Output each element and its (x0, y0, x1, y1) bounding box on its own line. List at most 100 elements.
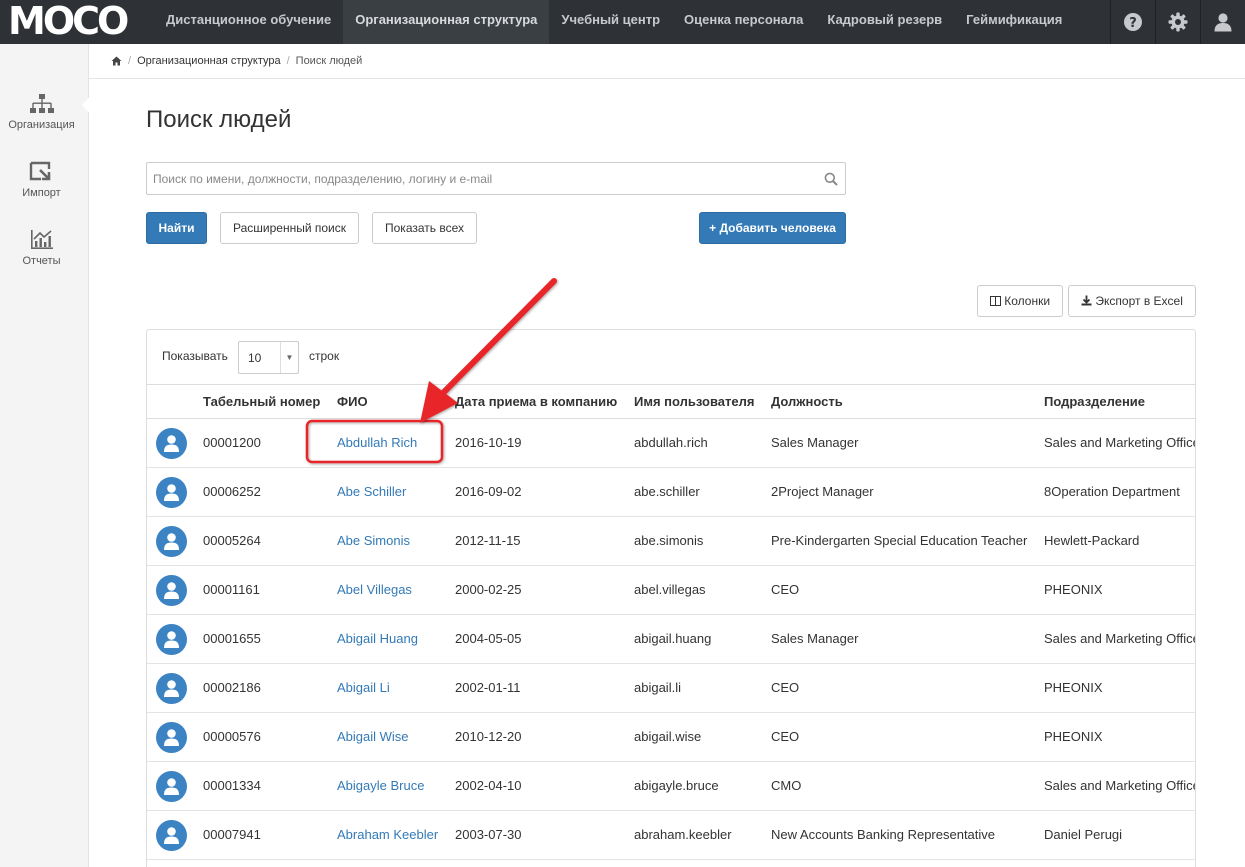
export-excel-button[interactable]: Экспорт в Excel (1068, 285, 1196, 317)
table-row[interactable]: 00002186 Abigail Li 2002-01-11 abigail.l… (147, 664, 1195, 713)
avatar (156, 575, 187, 606)
svg-text:?: ? (1129, 16, 1137, 31)
table-row[interactable]: 00005264 Abe Simonis 2012-11-15 abe.simo… (147, 517, 1195, 566)
nav-item-org-structure[interactable]: Организационная структура (343, 0, 550, 44)
help-icon[interactable]: ? (1110, 0, 1155, 44)
cell-name-link[interactable]: Abigail Wise (337, 729, 409, 744)
search-icon[interactable] (824, 172, 838, 186)
column-header-position[interactable]: Должность (771, 394, 843, 409)
cell-username: abigail.li (634, 680, 681, 695)
chart-icon (30, 230, 53, 249)
cell-department: PHEONIX (1044, 680, 1103, 695)
cell-id: 00001161 (203, 582, 260, 597)
nav-item-training-center[interactable]: Учебный центр (549, 0, 672, 44)
avatar (156, 624, 187, 655)
length-suffix: строк (309, 349, 340, 363)
column-header-department[interactable]: Подразделение (1044, 394, 1145, 409)
columns-icon (989, 296, 1001, 306)
cell-id: 00006252 (203, 484, 261, 499)
cell-position: CEO (771, 729, 800, 744)
breadcrumb: / Организационная структура / Поиск люде… (89, 44, 1245, 79)
table-row[interactable]: 00001200 Abdullah Rich 2016-10-19 abdull… (147, 419, 1196, 468)
cell-name-link[interactable]: Abigail Li (337, 680, 390, 695)
column-header-id[interactable]: Табельный номер (203, 394, 320, 409)
cell-department: Sales and Marketing Office (1044, 631, 1196, 646)
people-table-panel: Показывать 10 ▼ строк Табельный номер ФИ… (146, 329, 1196, 867)
columns-button[interactable]: Колонки (977, 285, 1063, 317)
cell-name-link[interactable]: Abraham Keebler (337, 827, 438, 842)
cell-position: 2Project Manager (771, 484, 874, 499)
cell-username: abraham.keebler (634, 827, 732, 842)
table-row[interactable]: 00007941 Abraham Keebler 2003-07-30 abra… (147, 811, 1195, 860)
avatar (156, 722, 187, 753)
column-header-username[interactable]: Имя пользователя (634, 394, 754, 409)
cell-id: 00001200 (203, 435, 261, 450)
search-input[interactable] (147, 163, 845, 194)
table-row[interactable]: 00001161 Abel Villegas 2000-02-25 abel.v… (147, 566, 1195, 615)
cell-department: PHEONIX (1044, 582, 1103, 597)
column-header-name[interactable]: ФИО (337, 394, 368, 409)
top-icons: ? (1110, 0, 1245, 44)
column-header-hire-date[interactable]: Дата приема в компанию (455, 394, 617, 409)
sidebar-item-reports[interactable]: Отчеты (0, 229, 83, 267)
cell-id: 00005264 (203, 533, 261, 548)
export-label: Экспорт в Excel (1095, 294, 1183, 308)
cell-username: abe.schiller (634, 484, 700, 499)
advanced-search-button[interactable]: Расширенный поиск (220, 212, 359, 244)
cell-hire-date: 2012-11-15 (455, 533, 521, 548)
sidebar-item-import[interactable]: Импорт (0, 161, 83, 199)
home-icon[interactable] (111, 56, 122, 66)
cell-username: abigayle.bruce (634, 778, 719, 793)
sidebar-active-notch (82, 96, 90, 114)
sidebar-item-organization[interactable]: Организация (0, 93, 83, 131)
nav-item-staff-assessment[interactable]: Оценка персонала (672, 0, 815, 44)
nav-item-talent-pool[interactable]: Кадровый резерв (815, 0, 954, 44)
breadcrumb-item-current: Поиск людей (295, 55, 363, 67)
user-icon[interactable] (1200, 0, 1245, 44)
cell-department: Sales and Marketing Office (1044, 435, 1196, 450)
cell-position: Sales Manager (771, 435, 859, 450)
cell-position: New Accounts Banking Representative (771, 827, 996, 842)
nav-item-gamification[interactable]: Геймификация (954, 0, 1074, 44)
cell-hire-date: 2000-02-25 (455, 582, 522, 597)
avatar (156, 820, 187, 851)
table-row[interactable]: 00000576 Abigail Wise 2010-12-20 abigail… (147, 713, 1195, 762)
cell-hire-date: 2002-04-10 (455, 778, 522, 793)
cell-id: 00002186 (203, 680, 261, 695)
table-header: Табельный номер ФИО Дата приема в компан… (147, 384, 1195, 419)
avatar (156, 673, 187, 704)
cell-name-link[interactable]: Abigayle Bruce (337, 778, 424, 793)
cell-department: 8Operation Department (1044, 484, 1180, 499)
cell-hire-date: 2002-01-11 (455, 680, 521, 695)
cell-username: abdullah.rich (634, 435, 708, 450)
add-person-label: Добавить человека (719, 221, 836, 235)
table-row[interactable]: 00001334 Abigayle Bruce 2002-04-10 abiga… (147, 762, 1195, 811)
sidebar-item-label: Отчеты (22, 255, 61, 267)
add-person-button[interactable]: + Добавить человека (699, 212, 846, 244)
cell-position: Sales Manager (771, 631, 859, 646)
show-all-button[interactable]: Показать всех (372, 212, 477, 244)
nav-item-distance-learning[interactable]: Дистанционное обучение (154, 0, 343, 44)
logo[interactable]: MOCO (8, 2, 129, 40)
table-row[interactable]: 00006252 Abe Schiller 2016-09-02 abe.sch… (147, 468, 1195, 517)
table-row[interactable]: 00001655 Abigail Huang 2004-05-05 abigai… (147, 615, 1196, 664)
gear-icon[interactable] (1155, 0, 1200, 44)
sidebar-item-label: Импорт (22, 187, 61, 199)
cell-name-link[interactable]: Abe Simonis (337, 533, 410, 548)
main-nav: Дистанционное обучение Организационная с… (154, 0, 1074, 44)
cell-name-link[interactable]: Abel Villegas (337, 582, 412, 597)
cell-name-link[interactable]: Abdullah Rich (337, 435, 417, 450)
cell-name-link[interactable]: Abigail Huang (337, 631, 418, 646)
find-button[interactable]: Найти (146, 212, 207, 244)
cell-name-link[interactable]: Abe Schiller (337, 484, 406, 499)
cell-id: 00007941 (203, 827, 261, 842)
top-navbar: MOCO Дистанционное обучение Организацион… (0, 0, 1245, 44)
cell-position: CEO (771, 582, 800, 597)
breadcrumb-item-org-structure[interactable]: Организационная структура (137, 55, 281, 67)
org-chart-icon (29, 94, 54, 113)
rows-per-page-select[interactable]: 10 ▼ (238, 341, 299, 374)
download-icon (1081, 295, 1092, 306)
cell-position: CMO (771, 778, 802, 793)
cell-position: CEO (771, 680, 800, 695)
cell-id: 00000576 (203, 729, 261, 744)
